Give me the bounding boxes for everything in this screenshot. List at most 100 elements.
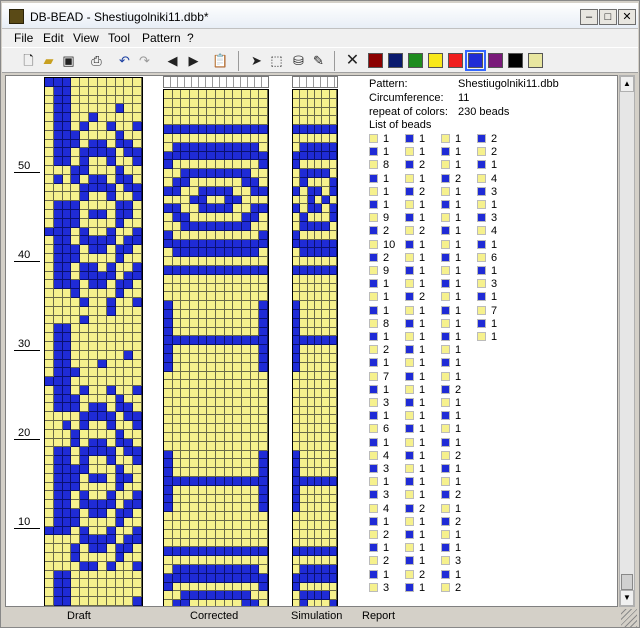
bead-cell[interactable]: [315, 371, 323, 381]
bead-cell[interactable]: [259, 503, 268, 513]
bead-cell[interactable]: [89, 227, 98, 237]
bead-cell[interactable]: [190, 327, 199, 337]
bead-cell[interactable]: [250, 371, 260, 381]
bead-cell[interactable]: [181, 169, 190, 178]
bead-cell[interactable]: [307, 441, 315, 451]
bead-cell[interactable]: [224, 468, 234, 478]
bead-cell[interactable]: [89, 394, 98, 404]
bead-cell[interactable]: [62, 218, 72, 228]
bead-cell[interactable]: [133, 271, 142, 281]
bead-cell[interactable]: [307, 565, 315, 574]
bead-cell[interactable]: [172, 512, 182, 522]
bead-cell[interactable]: [89, 341, 98, 351]
bead-cell[interactable]: [190, 186, 199, 196]
bead-cell[interactable]: [300, 133, 308, 143]
bead-cell[interactable]: [216, 406, 225, 416]
bead-cell[interactable]: [62, 491, 72, 501]
bead-cell[interactable]: [133, 174, 142, 184]
bead-cell[interactable]: [300, 151, 308, 161]
bead-cell[interactable]: [62, 201, 72, 210]
bead-cell[interactable]: [315, 204, 323, 214]
bead-cell[interactable]: [322, 213, 330, 222]
bead-cell[interactable]: [172, 529, 182, 539]
bead-cell[interactable]: [172, 441, 182, 451]
bead-cell[interactable]: [62, 104, 72, 114]
bead-cell[interactable]: [172, 292, 182, 302]
bead-cell[interactable]: [53, 535, 63, 545]
bead-cell[interactable]: [224, 380, 234, 390]
bead-cell[interactable]: [164, 380, 173, 390]
bead-cell[interactable]: [250, 600, 260, 606]
bead-cell[interactable]: [300, 371, 308, 381]
bead-cell[interactable]: [233, 336, 242, 346]
bead-cell[interactable]: [242, 591, 251, 601]
bead-cell[interactable]: [62, 579, 72, 589]
bead-cell[interactable]: [45, 148, 54, 158]
bead-cell[interactable]: [259, 274, 268, 284]
bead-cell[interactable]: [207, 318, 216, 328]
bead-cell[interactable]: [62, 209, 72, 219]
bead-cell[interactable]: [106, 535, 116, 545]
bead-cell[interactable]: [172, 547, 182, 557]
bead-cell[interactable]: [224, 204, 234, 214]
bead-cell[interactable]: [259, 353, 268, 363]
bead-cell[interactable]: [106, 201, 116, 210]
bead-cell[interactable]: [242, 459, 251, 469]
bead-cell[interactable]: [190, 283, 199, 293]
bead-cell[interactable]: [80, 104, 90, 114]
bead-cell[interactable]: [106, 78, 116, 87]
bead-cell[interactable]: [233, 98, 242, 108]
bead-cell[interactable]: [133, 403, 142, 413]
bead-cell[interactable]: [190, 116, 199, 126]
bead-cell[interactable]: [242, 582, 251, 592]
bead-cell[interactable]: [315, 353, 323, 363]
bead-cell[interactable]: [124, 139, 134, 149]
resize-grip[interactable]: [621, 609, 637, 627]
bead-cell[interactable]: [300, 195, 308, 205]
bead-cell[interactable]: [190, 529, 199, 539]
bead-cell[interactable]: [181, 485, 190, 495]
bead-cell[interactable]: [216, 573, 225, 583]
bead-cell[interactable]: [164, 397, 173, 407]
bead-cell[interactable]: [233, 125, 242, 134]
bead-cell[interactable]: [71, 535, 81, 545]
bead-cell[interactable]: [233, 406, 242, 416]
bead-cell[interactable]: [329, 600, 337, 606]
bead-cell[interactable]: [115, 86, 125, 96]
bead-cell[interactable]: [242, 345, 251, 354]
bead-cell[interactable]: [133, 509, 142, 518]
bead-cell[interactable]: [181, 389, 190, 398]
bead-cell[interactable]: [62, 227, 72, 237]
bead-cell[interactable]: [124, 403, 134, 413]
bead-cell[interactable]: [89, 517, 98, 527]
bead-cell[interactable]: [307, 336, 315, 346]
bead-cell[interactable]: [62, 78, 72, 87]
bead-cell[interactable]: [80, 456, 90, 466]
bead-cell[interactable]: [172, 433, 182, 442]
bead-cell[interactable]: [198, 441, 208, 451]
bead-cell[interactable]: [45, 324, 54, 334]
bead-cell[interactable]: [250, 353, 260, 363]
bead-cell[interactable]: [164, 116, 173, 126]
bead-cell[interactable]: [329, 327, 337, 337]
bead-cell[interactable]: [80, 315, 90, 325]
bead-cell[interactable]: [62, 157, 72, 166]
bead-cell[interactable]: [293, 512, 301, 522]
bead-cell[interactable]: [124, 280, 134, 290]
bead-cell[interactable]: [124, 113, 134, 122]
bead-cell[interactable]: [106, 579, 116, 589]
bead-cell[interactable]: [250, 195, 260, 205]
bead-cell[interactable]: [53, 95, 63, 105]
bead-cell[interactable]: [172, 494, 182, 504]
bead-cell[interactable]: [89, 403, 98, 413]
bead-cell[interactable]: [315, 573, 323, 583]
bead-cell[interactable]: [115, 482, 125, 492]
bead-cell[interactable]: [207, 248, 216, 258]
bead-cell[interactable]: [190, 230, 199, 240]
bead-cell[interactable]: [242, 195, 251, 205]
bead-cell[interactable]: [80, 377, 90, 386]
bead-cell[interactable]: [97, 157, 107, 166]
bead-cell[interactable]: [233, 160, 242, 170]
bead-cell[interactable]: [224, 406, 234, 416]
bead-cell[interactable]: [89, 526, 98, 536]
